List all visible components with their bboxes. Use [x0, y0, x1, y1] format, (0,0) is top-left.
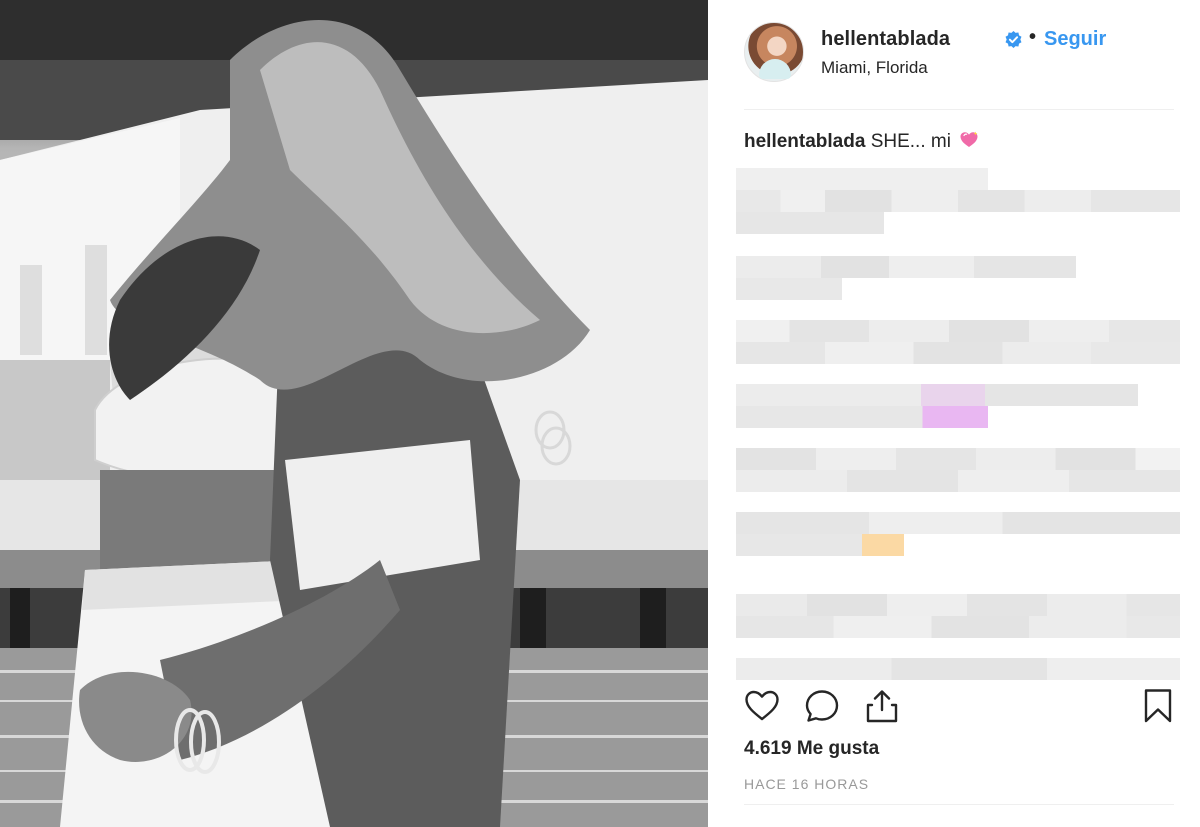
comment-row [736, 448, 1180, 492]
verified-badge-icon [1005, 30, 1022, 49]
post-side-panel: hellentablada • Seguir Miami, Florida he… [708, 0, 1200, 827]
location-link[interactable]: Miami, Florida [821, 58, 928, 78]
divider [744, 804, 1174, 805]
share-upload-icon[interactable] [864, 688, 900, 724]
follow-button[interactable]: Seguir [1044, 28, 1106, 51]
comment-row [736, 384, 1138, 428]
black-and-white-photo [0, 0, 708, 827]
likes-count[interactable]: 4.619 Me gusta [744, 738, 879, 760]
post-header: hellentablada • Seguir Miami, Florida [744, 22, 1174, 82]
comment-bubble-icon[interactable] [804, 688, 840, 724]
comment-row [736, 594, 1180, 638]
action-bar [744, 688, 1174, 728]
divider [744, 109, 1174, 110]
avatar[interactable] [744, 22, 804, 82]
post-photo[interactable] [0, 0, 708, 827]
sparkling-heart-icon [960, 131, 978, 147]
post-timestamp[interactable]: HACE 16 HORAS [744, 776, 869, 792]
comment-row [736, 190, 1180, 234]
comments-pixelated [736, 168, 1180, 680]
comment-row [736, 320, 1180, 364]
username-link[interactable]: hellentablada [821, 28, 950, 51]
caption: hellentablada SHE... mi [744, 130, 979, 153]
heart-outline-icon[interactable] [744, 688, 780, 724]
comment-row [736, 512, 1180, 556]
caption-text: SHE... mi [870, 131, 951, 152]
caption-username[interactable]: hellentablada [744, 131, 865, 152]
bookmark-icon[interactable] [1140, 688, 1176, 724]
comment-row [736, 256, 1076, 300]
separator-dot: • [1029, 26, 1037, 48]
